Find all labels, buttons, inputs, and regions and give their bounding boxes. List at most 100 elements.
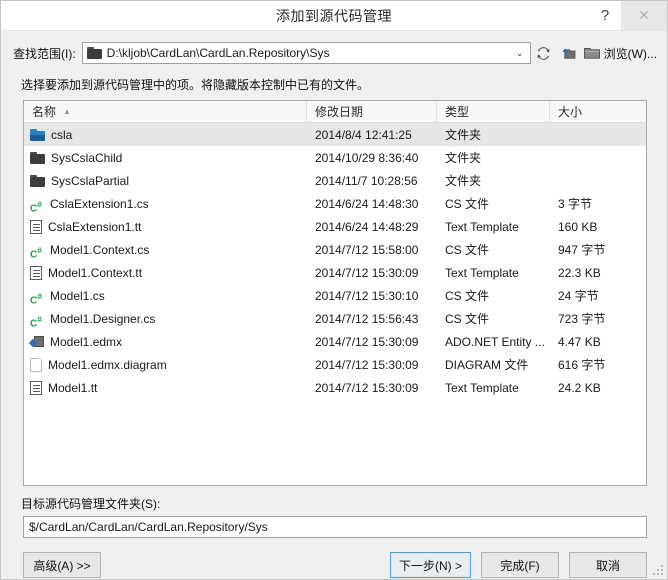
add-to-source-control-dialog: 添加到源代码管理 ? ✕ 查找范围(I): D:\kljob\CardLan\C… — [0, 0, 668, 580]
file-size-cell: 4.47 KB — [558, 334, 601, 349]
column-header-type-label: 类型 — [445, 105, 470, 119]
file-date-cell: 2014/7/12 15:30:09 — [315, 334, 419, 349]
table-row[interactable]: SysCslaPartial 2014/11/7 10:28:56 文件夹 — [24, 169, 646, 192]
table-row[interactable]: C# Model1.cs 2014/7/12 15:30:10 CS 文件 24 字节 — [24, 284, 646, 307]
file-size-cell: 160 KB — [558, 219, 598, 234]
column-header-date[interactable]: 修改日期 — [307, 101, 437, 122]
file-size-cell — [550, 146, 646, 169]
table-row[interactable]: CslaExtension1.tt 2014/6/24 14:48:29 Text … — [24, 215, 646, 238]
browse-button[interactable]: 浏览(W)... — [604, 45, 657, 62]
csharp-file-icon: C# — [30, 290, 42, 306]
table-row[interactable]: csla 2014/8/4 12:41:25 文件夹 — [24, 123, 646, 146]
button-row: 高级(A) >> 下一步(N) > 完成(F) 取消 — [23, 551, 647, 579]
chevron-down-icon[interactable]: ⌄ — [512, 48, 528, 59]
new-folder-icon[interactable] — [581, 42, 603, 64]
table-row[interactable]: Model1.edmx 2014/7/12 15:30:09 ADO.NET Ent… — [24, 330, 646, 353]
up-one-level-icon[interactable] — [557, 42, 579, 64]
file-size-cell: 22.3 KB — [558, 265, 601, 280]
column-header-type[interactable]: 类型 — [437, 101, 550, 122]
folder-blue-icon — [30, 128, 45, 141]
file-name-label: Model1.Context.cs — [50, 242, 150, 257]
file-date-cell: 2014/7/12 15:30:09 — [315, 380, 419, 395]
text-template-icon — [30, 219, 42, 234]
file-type-cell: CS 文件 — [445, 197, 490, 211]
target-folder-label: 目标源代码管理文件夹(S): — [21, 497, 161, 511]
file-name-label: SysCslaPartial — [51, 173, 130, 188]
file-date-cell: 2014/7/12 15:30:10 — [315, 288, 419, 303]
csharp-file-icon: C# — [30, 313, 42, 329]
file-date-cell: 2014/7/12 15:58:00 — [315, 242, 419, 257]
file-name-label: Model1.tt — [48, 380, 98, 395]
file-type-cell: Text Template — [445, 380, 519, 395]
file-type-cell: 文件夹 — [445, 151, 482, 165]
file-type-cell: CS 文件 — [445, 289, 490, 303]
file-date-cell: 2014/8/4 12:41:25 — [315, 127, 412, 142]
target-folder-input[interactable]: $/CardLan/CardLan/CardLan.Repository/Sys — [23, 516, 647, 538]
column-header-name-label: 名称 — [32, 105, 57, 119]
file-name-cell: csla — [24, 123, 307, 146]
close-icon[interactable]: ✕ — [621, 1, 667, 30]
window-controls: ? ✕ — [589, 1, 667, 30]
file-name-cell: Model1.Context.tt — [24, 261, 307, 284]
file-name-label: Model1.edmx.diagram — [48, 357, 167, 372]
table-row[interactable]: Model1.Context.tt 2014/7/12 15:30:09 Text … — [24, 261, 646, 284]
file-date-cell: 2014/10/29 8:36:40 — [315, 150, 419, 165]
file-type-cell: 文件夹 — [445, 128, 482, 142]
next-button[interactable]: 下一步(N) > — [389, 552, 471, 578]
file-type-cell: Text Template — [445, 219, 519, 234]
file-type-cell: Text Template — [445, 265, 519, 280]
file-size-cell: 947 字节 — [558, 243, 606, 257]
file-date-cell: 2014/7/12 15:30:09 — [315, 357, 419, 372]
file-name-label: CslaExtension1.tt — [48, 219, 142, 234]
path-combobox[interactable]: D:\kljob\CardLan\CardLan.Repository\Sys … — [81, 42, 531, 64]
file-size-cell: 723 字节 — [558, 312, 606, 326]
file-name-label: Model1.cs — [50, 288, 105, 303]
file-date-cell: 2014/11/7 10:28:56 — [315, 173, 418, 188]
help-icon[interactable]: ? — [589, 1, 621, 30]
column-header-size[interactable]: 大小 — [550, 101, 646, 122]
column-header-name[interactable]: 名称 ▲ — [24, 101, 307, 122]
file-size-cell — [550, 169, 646, 192]
file-date-cell: 2014/7/12 15:56:43 — [315, 311, 419, 326]
table-row[interactable]: C# Model1.Context.cs 2014/7/12 15:58:00 CS … — [24, 238, 646, 261]
file-type-cell: DIAGRAM 文件 — [445, 358, 529, 372]
file-name-cell: SysCslaChild — [24, 146, 307, 169]
file-list-header: 名称 ▲ 修改日期 类型 大小 — [24, 101, 646, 123]
refresh-icon[interactable] — [533, 42, 555, 64]
table-row[interactable]: C# CslaExtension1.cs 2014/6/24 14:48:30 CS … — [24, 192, 646, 215]
edmx-file-icon — [30, 335, 44, 349]
advanced-button[interactable]: 高级(A) >> — [23, 552, 101, 578]
file-size-cell: 24 字节 — [558, 289, 599, 303]
table-row[interactable]: Model1.tt 2014/7/12 15:30:09 Text Template… — [24, 376, 646, 399]
column-header-date-label: 修改日期 — [315, 105, 364, 119]
table-row[interactable]: C# Model1.Designer.cs 2014/7/12 15:56:43 CS… — [24, 307, 646, 330]
file-name-cell: Model1.edmx.diagram — [24, 353, 307, 376]
file-list-body[interactable]: csla 2014/8/4 12:41:25 文件夹 SysCslaChild 2014… — [24, 123, 646, 485]
file-name-cell: C# Model1.Context.cs — [24, 238, 307, 261]
file-date-cell: 2014/6/24 14:48:29 — [315, 219, 419, 234]
file-size-cell: 616 字节 — [558, 358, 606, 372]
file-name-cell: Model1.edmx — [24, 330, 307, 353]
file-size-cell: 3 字节 — [558, 197, 593, 211]
table-row[interactable]: Model1.edmx.diagram 2014/7/12 15:30:09 DIA… — [24, 353, 646, 376]
table-row[interactable]: SysCslaChild 2014/10/29 8:36:40 文件夹 — [24, 146, 646, 169]
resize-grip[interactable] — [653, 565, 665, 577]
target-folder-value: $/CardLan/CardLan/CardLan.Repository/Sys — [29, 520, 268, 534]
sort-ascending-icon: ▲ — [63, 107, 71, 116]
file-size-cell — [550, 123, 646, 146]
finish-button[interactable]: 完成(F) — [481, 552, 559, 578]
file-date-cell: 2014/7/12 15:30:09 — [315, 265, 419, 280]
cancel-button[interactable]: 取消 — [569, 552, 647, 578]
folder-icon — [30, 174, 45, 187]
file-type-cell: ADO.NET Entity ... — [445, 334, 545, 349]
blank-file-icon — [30, 357, 42, 372]
browse-label: 浏览(W)... — [603, 46, 657, 61]
column-header-size-label: 大小 — [558, 105, 583, 119]
instruction-text: 选择要添加到源代码管理中的项。将隐藏版本控制中已有的文件。 — [21, 78, 370, 92]
folder-icon — [30, 151, 45, 164]
file-name-cell: C# Model1.cs — [24, 284, 307, 307]
file-type-cell: CS 文件 — [445, 243, 490, 257]
file-name-label: Model1.Context.tt — [48, 265, 143, 280]
file-name-label: Model1.Designer.cs — [50, 311, 156, 326]
title-bar: 添加到源代码管理 ? ✕ — [1, 1, 667, 31]
